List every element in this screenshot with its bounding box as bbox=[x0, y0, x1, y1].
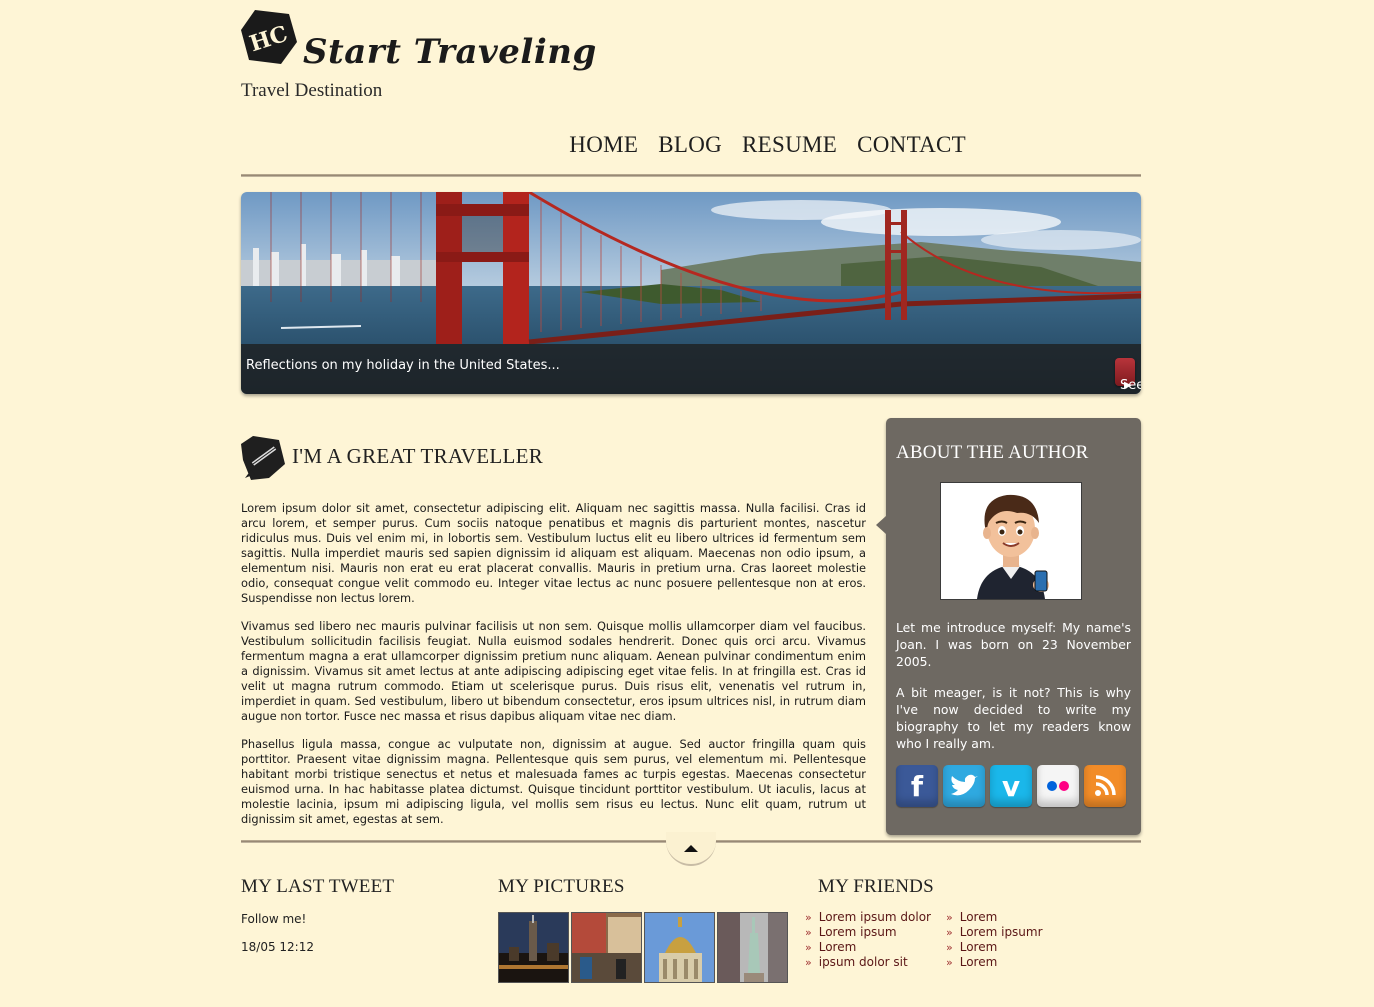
page: HC Start Traveling Travel Destination HO… bbox=[241, 0, 1141, 1007]
header-divider bbox=[241, 174, 1141, 177]
nav-blog[interactable]: BLOG bbox=[658, 132, 722, 158]
about-author-title: ABOUT THE AUTHOR bbox=[896, 442, 1089, 463]
article-paragraph: Lorem ipsum dolor sit amet, consectetur … bbox=[241, 501, 866, 605]
article-body: Lorem ipsum dolor sit amet, consectetur … bbox=[241, 501, 866, 840]
picture-thumbnail[interactable] bbox=[717, 912, 788, 983]
pencil-badge-icon bbox=[241, 436, 285, 480]
golden-dome-image bbox=[645, 913, 714, 982]
friend-link[interactable]: Lorem bbox=[946, 955, 1066, 970]
rss-icon[interactable] bbox=[1084, 765, 1126, 807]
banner-caption-text: Reflections on my holiday in the United … bbox=[246, 358, 560, 373]
twitter-icon[interactable] bbox=[943, 765, 985, 807]
see-article-button[interactable]: See article▶ bbox=[1115, 358, 1141, 393]
friend-link[interactable]: Lorem ipsum bbox=[805, 925, 946, 940]
facebook-icon[interactable]: f bbox=[896, 765, 938, 807]
friends-section: MY FRIENDS Lorem ipsum dolor Lorem Lorem… bbox=[818, 876, 1043, 969]
triangle-right-icon: ▶ bbox=[1124, 380, 1132, 391]
nav-home[interactable]: HOME bbox=[569, 132, 638, 158]
logo-badge-icon: HC bbox=[241, 10, 297, 64]
friend-link[interactable]: Lorem bbox=[946, 940, 1066, 955]
last-tweet-title: MY LAST TWEET bbox=[241, 876, 395, 897]
main-nav: HOME BLOG RESUME CONTACT bbox=[569, 132, 966, 158]
hero-banner: Reflections on my holiday in the United … bbox=[241, 192, 1141, 394]
site-logo[interactable]: HC Start Traveling bbox=[241, 6, 596, 78]
picture-thumbnail[interactable] bbox=[571, 912, 642, 983]
friend-link[interactable]: Lorem ipsum dolor bbox=[805, 910, 946, 925]
article-paragraph: Vivamus sed libero nec mauris pulvinar f… bbox=[241, 619, 866, 723]
scroll-to-top-button[interactable] bbox=[666, 832, 716, 866]
friends-list: Lorem ipsum dolor Lorem Lorem ipsum Lore… bbox=[805, 910, 1066, 970]
picture-thumbnails bbox=[498, 912, 788, 983]
site-tagline: Travel Destination bbox=[241, 80, 383, 101]
rss-feed-icon bbox=[1095, 775, 1116, 796]
social-links: f v bbox=[896, 765, 1126, 807]
picture-thumbnail[interactable] bbox=[644, 912, 715, 983]
statue-of-liberty-image bbox=[718, 913, 787, 982]
author-cartoon-image bbox=[977, 494, 1049, 599]
friend-link[interactable]: Lorem bbox=[805, 940, 946, 955]
twitter-bird-icon bbox=[951, 774, 978, 796]
article-paragraph: Phasellus ligula massa, congue ac vulput… bbox=[241, 737, 866, 826]
friend-link[interactable]: ipsum dolor sit bbox=[805, 955, 946, 970]
pictures-title: MY PICTURES bbox=[498, 876, 625, 897]
picture-thumbnail[interactable] bbox=[498, 912, 569, 983]
friend-link[interactable]: Lorem ipsumr bbox=[946, 925, 1066, 940]
banner-caption-bar: Reflections on my holiday in the United … bbox=[241, 344, 1141, 394]
author-intro-text: Let me introduce myself: My name's Joan.… bbox=[896, 620, 1131, 669]
last-tweet-section: MY LAST TWEET Follow me! 18/05 12:12 bbox=[241, 876, 395, 954]
article-title: I'M A GREAT TRAVELLER bbox=[292, 444, 544, 468]
nav-resume[interactable]: RESUME bbox=[742, 132, 837, 158]
about-author-panel: ABOUT THE AUTHOR Let me introduce myself… bbox=[876, 418, 1141, 835]
tweet-time: 18/05 12:12 bbox=[241, 940, 314, 954]
site-title: Start Traveling bbox=[303, 32, 597, 72]
nav-contact[interactable]: CONTACT bbox=[857, 132, 966, 158]
main-article: I'M A GREAT TRAVELLER Lorem ipsum dolor … bbox=[241, 434, 866, 826]
vimeo-icon[interactable]: v bbox=[990, 765, 1032, 807]
street-shops-image bbox=[572, 913, 641, 982]
flickr-icon[interactable] bbox=[1037, 765, 1079, 807]
friend-link[interactable]: Lorem bbox=[946, 910, 1066, 925]
author-bio-text: A bit meager, is it not? This is why I'v… bbox=[896, 685, 1131, 751]
pictures-section: MY PICTURES bbox=[498, 876, 788, 983]
tweet-text: Follow me! bbox=[241, 912, 307, 926]
night-skyline-image bbox=[499, 913, 568, 982]
flickr-dots-icon bbox=[1047, 781, 1069, 791]
friends-title: MY FRIENDS bbox=[818, 876, 934, 897]
author-avatar bbox=[940, 482, 1082, 600]
article-header: I'M A GREAT TRAVELLER bbox=[241, 434, 866, 494]
